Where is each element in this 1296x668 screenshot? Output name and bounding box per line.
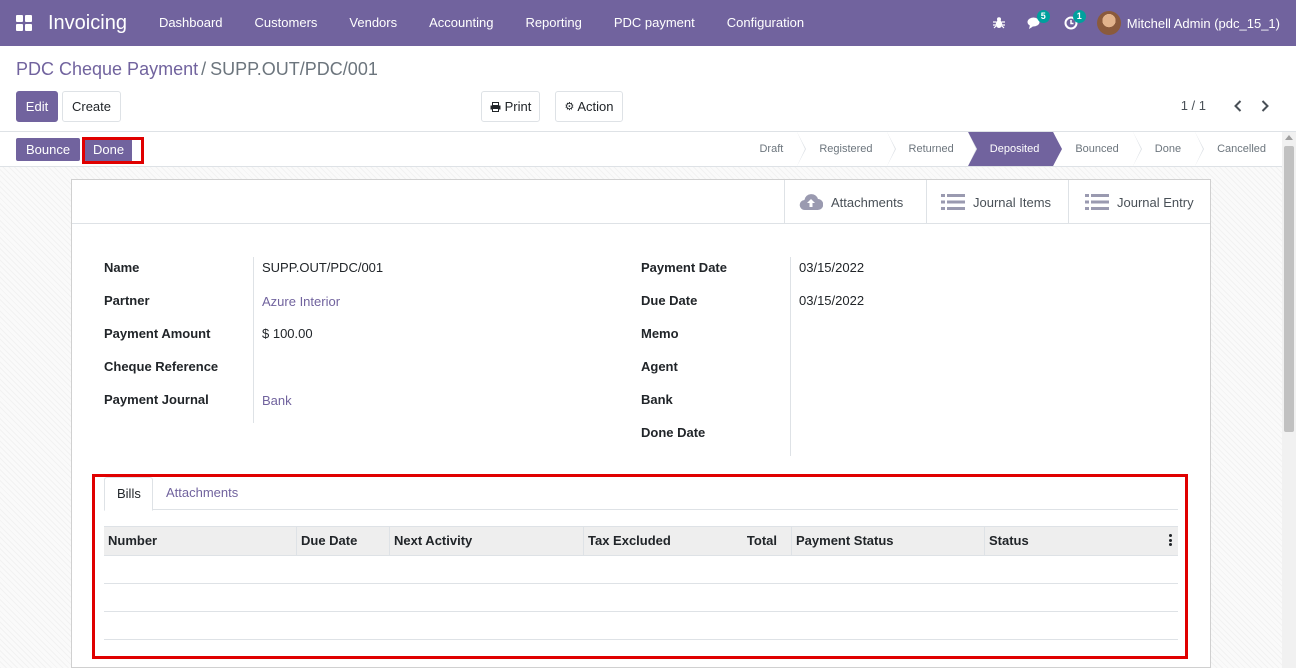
stage-bounced: Bounced bbox=[1053, 132, 1143, 166]
menu-reporting[interactable]: Reporting bbox=[509, 0, 597, 46]
journal-items-smart-button[interactable]: Journal Items bbox=[926, 180, 1069, 224]
stage-returned: Returned bbox=[886, 132, 978, 166]
scroll-up-arrow-icon[interactable] bbox=[1285, 135, 1293, 140]
partner-label: Partner bbox=[104, 293, 150, 308]
print-icon bbox=[490, 101, 501, 112]
gear-icon: ⚙ bbox=[564, 101, 575, 113]
journal-items-label: Journal Items bbox=[973, 194, 1052, 210]
payment-date-value: 03/15/2022 bbox=[799, 260, 865, 275]
due-date-value: 03/15/2022 bbox=[799, 293, 865, 308]
list-icon bbox=[1085, 194, 1109, 210]
menu-accounting[interactable]: Accounting bbox=[413, 0, 509, 46]
top-navbar: Invoicing Dashboard Customers Vendors Ac… bbox=[0, 0, 1296, 46]
status-bar: Bounce Done Draft Registered Returned De… bbox=[0, 132, 1296, 167]
journal-entry-smart-button[interactable]: Journal Entry bbox=[1068, 180, 1211, 224]
journal-entry-label: Journal Entry bbox=[1117, 194, 1194, 210]
cloud-upload-icon bbox=[799, 194, 823, 211]
edit-button[interactable]: Edit bbox=[16, 91, 58, 122]
breadcrumb-separator: / bbox=[201, 59, 207, 79]
stage-cancelled: Cancelled bbox=[1195, 132, 1280, 166]
breadcrumb-parent-link[interactable]: PDC Cheque Payment bbox=[16, 59, 198, 79]
messages-icon[interactable]: 5 bbox=[1017, 0, 1053, 46]
stage-registered: Registered bbox=[797, 132, 896, 166]
breadcrumb: PDC Cheque Payment / SUPP.OUT/PDC/001 bbox=[16, 59, 378, 80]
menu-dashboard[interactable]: Dashboard bbox=[143, 0, 239, 46]
list-icon bbox=[941, 194, 965, 210]
right-column-separator bbox=[790, 257, 791, 456]
menu-configuration[interactable]: Configuration bbox=[711, 0, 820, 46]
payment-amount-label: Payment Amount bbox=[104, 326, 211, 341]
stage-deposited: Deposited bbox=[967, 132, 1062, 166]
pager-previous-icon[interactable] bbox=[1226, 94, 1250, 118]
left-column-separator bbox=[253, 257, 254, 423]
user-menu[interactable]: Mitchell Admin (pdc_15_1) bbox=[1089, 11, 1296, 35]
menu-customers[interactable]: Customers bbox=[239, 0, 334, 46]
due-date-label: Due Date bbox=[641, 293, 698, 308]
partner-link[interactable]: Azure Interior bbox=[262, 294, 340, 309]
stage-draft: Draft bbox=[745, 132, 807, 166]
activities-badge: 1 bbox=[1072, 10, 1086, 23]
pager-value[interactable]: 1 / 1 bbox=[1181, 98, 1206, 113]
action-label: Action bbox=[577, 99, 614, 114]
payment-amount-value: $ 100.00 bbox=[262, 326, 313, 341]
stage-done: Done bbox=[1132, 132, 1205, 166]
control-panel: PDC Cheque Payment / SUPP.OUT/PDC/001 Edit… bbox=[0, 46, 1296, 132]
action-button[interactable]: ⚙ Action bbox=[555, 91, 623, 122]
scrollbar-thumb[interactable] bbox=[1284, 146, 1294, 432]
create-button[interactable]: Create bbox=[62, 91, 121, 122]
messages-badge: 5 bbox=[1036, 10, 1050, 23]
smart-button-box: Attachments Journal Items Journal Entry bbox=[72, 180, 1210, 224]
payment-journal-label: Payment Journal bbox=[104, 392, 209, 407]
memo-label: Memo bbox=[641, 326, 679, 341]
done-highlight-box bbox=[82, 137, 144, 164]
cheque-reference-label: Cheque Reference bbox=[104, 359, 219, 374]
payment-date-label: Payment Date bbox=[641, 260, 727, 275]
attachments-label: Attachments bbox=[831, 194, 904, 210]
attachments-smart-button[interactable]: Attachments bbox=[784, 180, 927, 224]
debug-bug-icon[interactable] bbox=[981, 0, 1017, 46]
activities-clock-icon[interactable]: 1 bbox=[1053, 0, 1089, 46]
pager-next-icon[interactable] bbox=[1253, 94, 1277, 118]
page-scrollbar[interactable] bbox=[1282, 132, 1296, 668]
apps-menu-icon[interactable] bbox=[0, 0, 48, 46]
app-brand[interactable]: Invoicing bbox=[48, 12, 127, 35]
user-avatar bbox=[1096, 11, 1121, 35]
bank-label: Bank bbox=[641, 392, 673, 407]
name-label: Name bbox=[104, 260, 140, 275]
user-name: Mitchell Admin (pdc_15_1) bbox=[1126, 15, 1280, 31]
status-stages: Draft Registered Returned Deposited Boun… bbox=[745, 132, 1280, 166]
menu-vendors[interactable]: Vendors bbox=[333, 0, 413, 46]
agent-label: Agent bbox=[641, 359, 678, 374]
print-button[interactable]: Print bbox=[481, 91, 540, 122]
breadcrumb-current: SUPP.OUT/PDC/001 bbox=[210, 59, 378, 79]
payment-journal-link[interactable]: Bank bbox=[262, 393, 292, 408]
menu-pdc-payment[interactable]: PDC payment bbox=[598, 0, 711, 46]
name-value: SUPP.OUT/PDC/001 bbox=[262, 260, 384, 275]
print-label: Print bbox=[504, 99, 532, 114]
done-date-label: Done Date bbox=[641, 425, 706, 440]
bounce-button[interactable]: Bounce bbox=[16, 138, 80, 161]
notebook-highlight-box bbox=[92, 474, 1188, 659]
